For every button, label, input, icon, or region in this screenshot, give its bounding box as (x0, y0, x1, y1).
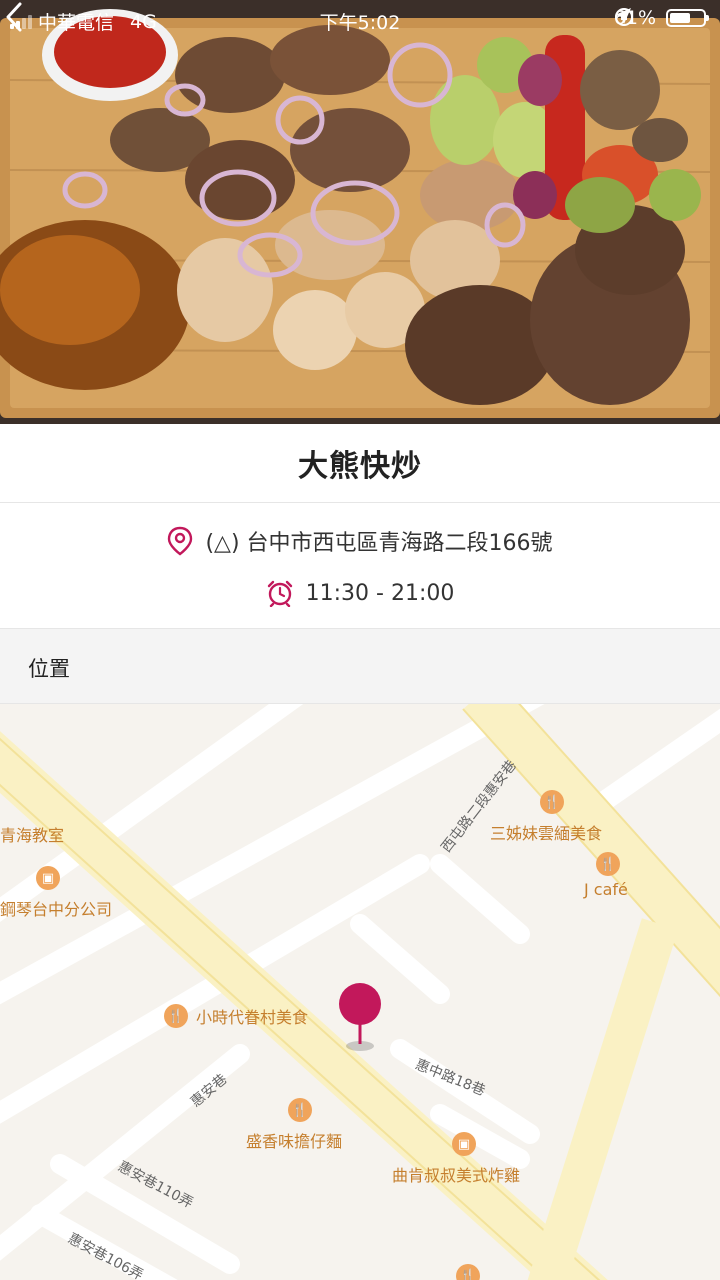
poi-restaurant[interactable]: 🍴 (456, 1264, 480, 1280)
battery-icon (666, 9, 709, 27)
address-text: (△) 台中市西屯區青海路二段166號 (205, 531, 553, 556)
poi-label[interactable]: 青海教室 (0, 822, 64, 846)
clock: 下午5:02 (319, 12, 401, 34)
hero-photo: 中華電信 4G 下午5:02 61% (0, 0, 720, 424)
shop-icon: ▣ (36, 866, 60, 890)
back-chevron-icon[interactable] (0, 0, 34, 34)
poi-restaurant[interactable]: 🍴 (288, 1098, 312, 1122)
location-section-header: 位置 (0, 628, 720, 704)
restaurant-icon: 🍴 (288, 1098, 312, 1122)
restaurant-icon: 🍴 (164, 1004, 188, 1028)
location-arrow-icon (614, 8, 631, 24)
poi-label[interactable]: 鋼琴台中分公司 (0, 896, 112, 920)
location-pin-icon (168, 526, 193, 556)
restaurant-icon: 🍴 (540, 790, 564, 814)
shop-icon: ▣ (452, 1132, 476, 1156)
status-bar: 中華電信 4G 下午5:02 61% (0, 0, 720, 40)
hours-row: 11:30 - 21:00 (0, 579, 720, 607)
poi-label[interactable]: 曲肯叔叔美式炸雞 (392, 1162, 520, 1186)
restaurant-title-bar: 大熊快炒 (0, 424, 720, 503)
poi-label[interactable]: 三姊妹雲緬美食 (490, 820, 602, 844)
map-view[interactable]: 🍴 三姊妹雲緬美食 🍴 J café 青海教室 ▣ 鋼琴台中分公司 🍴 小時代眷… (0, 704, 720, 1280)
address-row[interactable]: (△) 台中市西屯區青海路二段166號 (0, 525, 720, 557)
poi-restaurant[interactable]: 🍴 小時代眷村美食 (164, 1004, 308, 1028)
map-pin-icon[interactable] (330, 980, 390, 1060)
hours-text: 11:30 - 21:00 (305, 580, 455, 606)
restaurant-info: (△) 台中市西屯區青海路二段166號 11:30 - 21:00 (0, 503, 720, 628)
poi-shop[interactable]: ▣ (36, 866, 60, 890)
alarm-clock-icon (267, 580, 292, 607)
restaurant-icon: 🍴 (456, 1264, 480, 1280)
poi-label: 小時代眷村美食 (196, 1008, 309, 1027)
restaurant-name: 大熊快炒 (298, 449, 422, 484)
cafe-icon: 🍴 (596, 852, 620, 876)
poi-restaurant[interactable]: 🍴 (540, 790, 564, 814)
food-platter-image (0, 0, 720, 424)
poi-shop[interactable]: ▣ (452, 1132, 476, 1156)
poi-label[interactable]: 盛香味擔仔麵 (246, 1128, 342, 1152)
poi-label[interactable]: J café (584, 880, 628, 899)
location-section-label: 位置 (28, 657, 70, 681)
poi-cafe[interactable]: 🍴 (596, 852, 620, 876)
